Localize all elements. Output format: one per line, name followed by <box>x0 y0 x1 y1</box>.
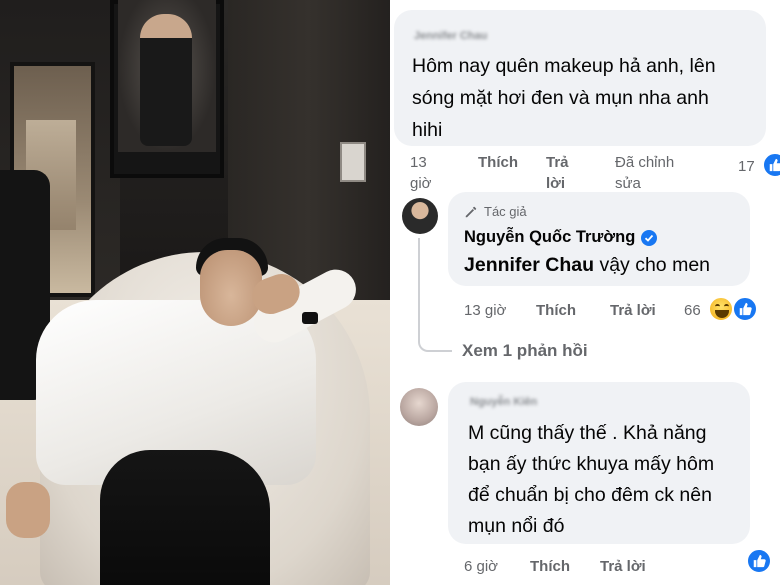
reaction-count[interactable]: 17 <box>738 156 755 177</box>
comment-text-rest: vậy cho men <box>594 254 711 276</box>
mention-link[interactable]: Jennifer Chau <box>464 254 594 276</box>
photo-light-switch <box>340 142 366 182</box>
comment-author[interactable]: Nguyễn Kiên <box>470 396 537 408</box>
comment-time-unit: giờ <box>410 175 432 192</box>
like-icon[interactable] <box>746 548 772 574</box>
comment-text-line: mụn nổi đó <box>468 515 565 537</box>
like-button[interactable]: Thích <box>478 152 518 173</box>
photo-watch <box>302 312 318 324</box>
author-badge-label: Tác giả <box>484 204 527 219</box>
comment-author-row: Nguyễn Quốc Trường <box>464 228 658 247</box>
avatar[interactable] <box>400 388 438 426</box>
verified-icon <box>641 229 658 246</box>
like-button[interactable]: Thích <box>536 300 576 321</box>
comment-bubble: Tác giả Nguyễn Quốc Trường Jennifer Chau… <box>448 192 750 286</box>
haha-icon[interactable] <box>708 296 734 322</box>
comment-time[interactable]: 13 giờ <box>464 300 506 321</box>
comment-time[interactable]: 13 giờ <box>410 152 432 194</box>
reaction-count[interactable]: 66 <box>684 300 701 321</box>
comment-bubble: Nguyễn Kiên M cũng thấy thế . Khả năng b… <box>448 382 750 544</box>
view-replies-link[interactable]: Xem 1 phản hồi <box>462 340 588 361</box>
edited-label: Đã chỉnh sửa <box>615 152 674 194</box>
edited-label-line: sửa <box>615 175 641 192</box>
reply-button[interactable]: Trả lời <box>546 152 569 194</box>
reply-label-line: lời <box>546 175 565 192</box>
reply-label-line: Trả <box>546 154 569 171</box>
author-badge: Tác giả <box>464 204 527 219</box>
comment-time[interactable]: 6 giờ <box>464 556 498 577</box>
like-icon[interactable] <box>732 296 758 322</box>
like-icon[interactable] <box>762 152 780 178</box>
photo-hand-lower <box>6 482 50 538</box>
comment-text-line: sóng mặt hơi đen và mụn nha anh <box>412 87 709 109</box>
comments-panel: Jennifer Chau Hôm nay quên makeup hả anh… <box>390 0 780 585</box>
avatar[interactable] <box>402 198 438 234</box>
edited-label-line: Đã chỉnh <box>615 154 675 171</box>
thread-connector <box>418 238 452 352</box>
comment-bubble: Jennifer Chau Hôm nay quên makeup hả anh… <box>394 10 766 146</box>
reply-button[interactable]: Trả lời <box>610 300 656 321</box>
comment-text-line: hihi <box>412 119 443 141</box>
like-button[interactable]: Thích <box>530 556 570 577</box>
comment-author[interactable]: Jennifer Chau <box>414 30 487 42</box>
photo-portrait-figure <box>140 14 192 146</box>
comment-author[interactable]: Nguyễn Quốc Trường <box>464 228 635 247</box>
comment-text-line: M cũng thấy thế . Khả năng <box>468 422 707 444</box>
comment-text-line: bạn ấy thức khuya mấy hôm <box>468 453 715 475</box>
post-photo <box>0 0 390 585</box>
comment-text-line: Hôm nay quên makeup hả anh, lên <box>412 55 716 77</box>
photo-pants <box>100 450 270 585</box>
comment-text-line: để chuẩn bị cho đêm ck nên <box>468 484 712 506</box>
pencil-icon <box>465 206 477 217</box>
reply-button[interactable]: Trả lời <box>600 556 646 577</box>
comment-text: Jennifer Chau vậy cho men <box>464 251 710 279</box>
comment-time-value: 13 <box>410 154 427 171</box>
